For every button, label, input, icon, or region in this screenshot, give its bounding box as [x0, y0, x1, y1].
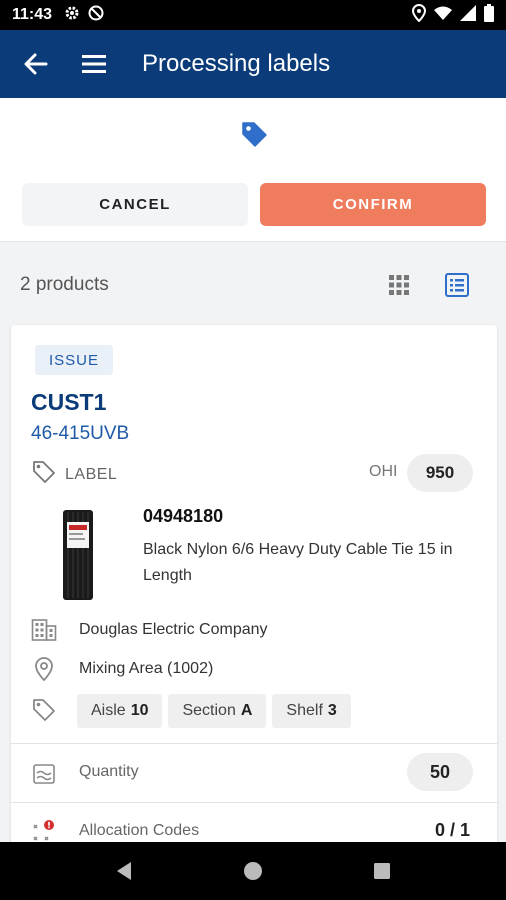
list-header: 2 products — [0, 242, 506, 326]
quantity-row — [31, 761, 79, 787]
area-name: Mixing Area (1002) — [79, 660, 214, 677]
company-name: Douglas Electric Company — [79, 621, 268, 638]
grid-view-icon[interactable] — [386, 272, 414, 300]
product-sku: 04948180 — [143, 506, 224, 526]
section-chip: Section A — [168, 694, 267, 728]
allocation-value: 0 / 1 — [435, 820, 471, 840]
action-panel: CANCEL CONFIRM — [0, 98, 506, 242]
status-bar: 11:43 — [0, 0, 506, 30]
aisle-chip: Aisle 10 — [77, 694, 163, 728]
settings-icon — [64, 5, 80, 25]
building-icon — [31, 617, 57, 643]
hamburger-menu-icon[interactable] — [76, 46, 112, 82]
signal-icon — [460, 4, 476, 26]
battery-icon — [484, 3, 494, 27]
wifi-icon — [434, 6, 452, 25]
quantity-label: Quantity — [79, 763, 139, 780]
back-arrow-icon[interactable] — [18, 46, 54, 82]
allocation-label: Allocation Codes — [79, 822, 200, 839]
label-tag-icon — [31, 459, 57, 490]
location-pin-icon — [31, 656, 57, 682]
location-chips: Aisle 10 Section A Shelf 3 — [77, 694, 351, 728]
nav-recents-icon[interactable] — [362, 851, 402, 891]
section-value: A — [240, 702, 253, 719]
app-bar: Processing labels — [0, 30, 506, 98]
status-badge: ISSUE — [35, 345, 114, 375]
status-time: 11:43 — [12, 6, 53, 23]
part-number: 46-415UVB — [31, 423, 130, 444]
location-icon — [411, 3, 427, 27]
list-view-icon[interactable] — [444, 272, 472, 300]
confirm-button[interactable]: CONFIRM — [260, 183, 486, 226]
divider — [11, 802, 497, 803]
location-tag-icon — [31, 697, 57, 723]
area-row: Mixing Area (1002) — [31, 656, 213, 682]
product-image — [59, 508, 97, 602]
label-type: LABEL — [31, 459, 117, 490]
page-title: Processing labels — [142, 50, 331, 77]
shelf-chip: Shelf 3 — [272, 694, 351, 728]
quantity-value[interactable]: 50 — [407, 753, 473, 791]
aisle-value: 10 — [130, 702, 149, 719]
product-count: 2 products — [20, 274, 109, 295]
system-nav-bar — [0, 842, 506, 900]
company-row: Douglas Electric Company — [31, 617, 268, 643]
product-description: Black Nylon 6/6 Heavy Duty Cable Tie 15 … — [143, 541, 453, 584]
ohi-value: 950 — [407, 454, 473, 492]
shelf-value: 3 — [327, 702, 337, 719]
tag-icon — [240, 120, 268, 153]
nav-back-icon[interactable] — [104, 851, 144, 891]
nav-home-icon[interactable] — [233, 851, 273, 891]
location-row — [31, 697, 79, 723]
divider — [11, 743, 497, 744]
quantity-icon — [31, 761, 57, 787]
label-text: LABEL — [65, 465, 118, 483]
cancel-button[interactable]: CANCEL — [22, 183, 248, 226]
customer-name: CUST1 — [31, 389, 107, 415]
aisle-label: Aisle — [91, 702, 126, 719]
section-label: Section — [182, 702, 236, 719]
product-card[interactable]: ISSUE CUST1 46-415UVB LABEL OHI 950 0494… — [11, 325, 497, 885]
ohi-label: OHI — [369, 463, 398, 480]
shelf-label: Shelf — [286, 702, 323, 719]
blocked-icon — [88, 5, 104, 25]
